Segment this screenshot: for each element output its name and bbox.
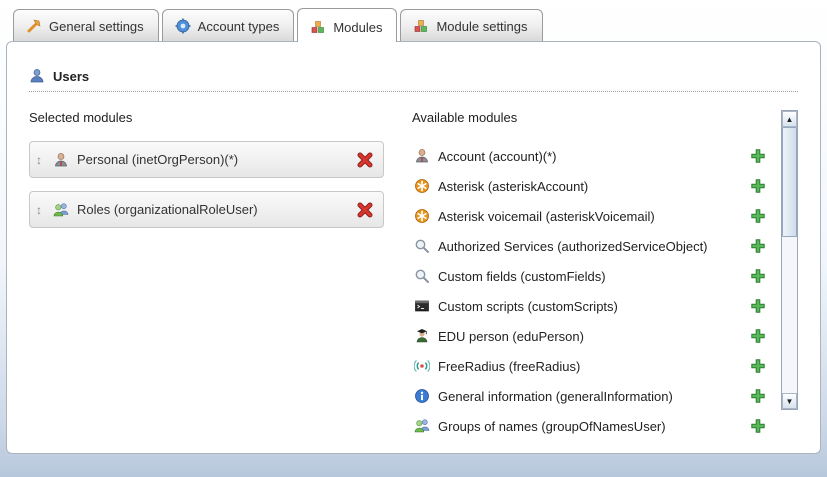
asterisk-icon: [414, 178, 430, 194]
selected-module-label: Personal (inetOrgPerson)(*): [77, 152, 356, 167]
add-module-button[interactable]: [749, 297, 767, 315]
group-icon: [414, 418, 430, 434]
selected-modules-heading: Selected modules: [29, 110, 384, 125]
drag-handle-icon[interactable]: ↕: [36, 203, 51, 217]
add-plus-icon: [750, 178, 766, 194]
add-module-button[interactable]: [749, 177, 767, 195]
modules-blocks-icon: [310, 19, 326, 35]
add-plus-icon: [750, 358, 766, 374]
tab-label: Modules: [333, 20, 382, 35]
available-module-row-asterisk: Asterisk (asteriskAccount): [412, 171, 777, 201]
add-module-button[interactable]: [749, 267, 767, 285]
person-icon: [53, 152, 69, 168]
asterisk-icon: [414, 208, 430, 224]
add-plus-icon: [750, 268, 766, 284]
tab-modules[interactable]: Modules: [297, 8, 397, 42]
available-module-row-asterisk-voicemail: Asterisk voicemail (asteriskVoicemail): [412, 201, 777, 231]
add-module-button[interactable]: [749, 387, 767, 405]
terminal-icon: [414, 298, 430, 314]
selected-module-label: Roles (organizationalRoleUser): [77, 202, 356, 217]
selected-modules-column: Selected modules ↕ Personal (inetOrgPers…: [29, 110, 384, 441]
add-module-button[interactable]: [749, 327, 767, 345]
available-modules-list: Available modules Account (account)(*) A…: [412, 110, 777, 441]
add-plus-icon: [750, 148, 766, 164]
available-module-label: Account (account)(*): [438, 149, 749, 164]
available-module-label: Asterisk voicemail (asteriskVoicemail): [438, 209, 749, 224]
scrollbar-track[interactable]: [782, 127, 797, 393]
add-module-button[interactable]: [749, 237, 767, 255]
remove-x-icon: [357, 152, 373, 168]
tab-label: General settings: [49, 19, 144, 34]
add-module-button[interactable]: [749, 417, 767, 435]
available-module-label: FreeRadius (freeRadius): [438, 359, 749, 374]
group-icon: [53, 202, 69, 218]
available-module-row-freeradius: FreeRadius (freeRadius): [412, 351, 777, 381]
users-icon: [29, 68, 45, 84]
available-module-label: Asterisk (asteriskAccount): [438, 179, 749, 194]
available-module-label: Groups of names (groupOfNamesUser): [438, 419, 749, 434]
person-icon: [414, 148, 430, 164]
tab-label: Module settings: [436, 19, 527, 34]
magnifier-icon: [414, 268, 430, 284]
add-plus-icon: [750, 328, 766, 344]
available-module-label: Custom scripts (customScripts): [438, 299, 749, 314]
available-module-label: EDU person (eduPerson): [438, 329, 749, 344]
available-module-row-custom-fields: Custom fields (customFields): [412, 261, 777, 291]
available-module-row-edu-person: EDU person (eduPerson): [412, 321, 777, 351]
available-module-row-general-information: General information (generalInformation): [412, 381, 777, 411]
magnifier-icon: [414, 238, 430, 254]
tab-general-settings[interactable]: General settings: [13, 9, 159, 41]
add-plus-icon: [750, 388, 766, 404]
selected-module-row-personal: ↕ Personal (inetOrgPerson)(*): [29, 141, 384, 178]
available-modules-heading: Available modules: [412, 110, 777, 125]
tab-module-settings[interactable]: Module settings: [400, 9, 542, 41]
tab-account-types[interactable]: Account types: [162, 9, 295, 41]
antenna-icon: [414, 358, 430, 374]
add-plus-icon: [750, 418, 766, 434]
available-modules-column: Available modules Account (account)(*) A…: [412, 110, 798, 441]
section-heading-users: Users: [29, 68, 798, 92]
tab-label: Account types: [198, 19, 280, 34]
info-icon: [414, 388, 430, 404]
section-title: Users: [53, 69, 89, 84]
tab-bar: General settings Account types Modules M…: [6, 8, 821, 41]
scroll-down-button[interactable]: ▼: [782, 393, 797, 409]
available-module-label: Authorized Services (authorizedServiceOb…: [438, 239, 749, 254]
available-module-row-account: Account (account)(*): [412, 141, 777, 171]
add-plus-icon: [750, 298, 766, 314]
content-panel: Users Selected modules ↕ Personal (inetO…: [6, 41, 821, 454]
module-settings-blocks-icon: [413, 18, 429, 34]
add-module-button[interactable]: [749, 357, 767, 375]
scrollbar-thumb[interactable]: [782, 127, 797, 237]
selected-module-row-roles: ↕ Roles (organizationalRoleUser): [29, 191, 384, 228]
gear-icon: [175, 18, 191, 34]
remove-module-button[interactable]: [356, 151, 374, 169]
available-module-row-authorized-services: Authorized Services (authorizedServiceOb…: [412, 231, 777, 261]
lam-configuration-page: General settings Account types Modules M…: [0, 0, 827, 454]
vertical-scrollbar[interactable]: ▲ ▼: [781, 110, 798, 410]
add-plus-icon: [750, 208, 766, 224]
add-module-button[interactable]: [749, 207, 767, 225]
graduate-icon: [414, 328, 430, 344]
add-plus-icon: [750, 238, 766, 254]
add-module-button[interactable]: [749, 147, 767, 165]
wrench-icon: [26, 18, 42, 34]
drag-handle-icon[interactable]: ↕: [36, 153, 51, 167]
available-module-label: Custom fields (customFields): [438, 269, 749, 284]
remove-x-icon: [357, 202, 373, 218]
remove-module-button[interactable]: [356, 201, 374, 219]
available-module-label: General information (generalInformation): [438, 389, 749, 404]
available-module-row-custom-scripts: Custom scripts (customScripts): [412, 291, 777, 321]
available-module-row-groups-of-names: Groups of names (groupOfNamesUser): [412, 411, 777, 441]
scroll-up-button[interactable]: ▲: [782, 111, 797, 127]
